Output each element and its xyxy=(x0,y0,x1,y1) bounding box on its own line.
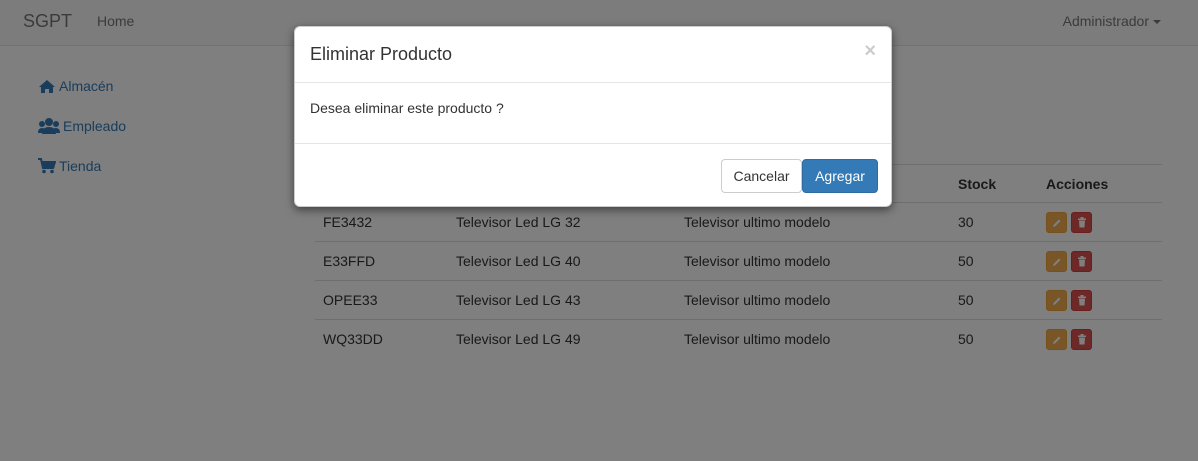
modal-title: Eliminar Producto xyxy=(310,44,453,64)
modal-footer: Cancelar Agregar xyxy=(295,143,891,207)
close-icon[interactable]: × xyxy=(864,41,876,61)
delete-product-modal: Eliminar Producto × Desea eliminar este … xyxy=(294,26,892,207)
confirm-button[interactable]: Agregar xyxy=(802,159,878,193)
modal-message: Desea eliminar este producto ? xyxy=(310,100,504,116)
modal-header: Eliminar Producto × xyxy=(295,27,891,83)
cancel-button[interactable]: Cancelar xyxy=(721,159,802,193)
